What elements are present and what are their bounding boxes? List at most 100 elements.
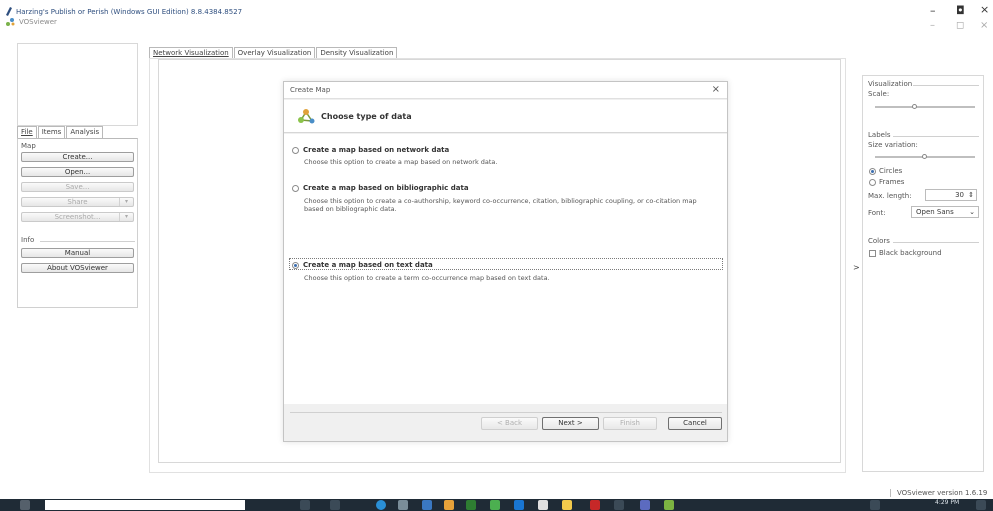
sticky-notes-icon[interactable]	[562, 500, 572, 510]
finish-button[interactable]: Finish	[603, 417, 657, 430]
labels-divider	[893, 136, 979, 137]
labels-section-label: Labels	[868, 131, 891, 139]
cancel-button[interactable]: Cancel	[668, 417, 722, 430]
chevron-down-icon[interactable]: ▾	[119, 198, 133, 206]
colors-section-label: Colors	[868, 237, 890, 245]
scale-slider-thumb[interactable]	[912, 104, 917, 109]
chevron-down-icon[interactable]: ⌄	[969, 207, 975, 217]
option-text-label: Create a map based on text data	[303, 261, 433, 269]
notification-icon[interactable]	[976, 500, 986, 510]
notepad-icon[interactable]	[538, 500, 548, 510]
size-variation-slider-thumb[interactable]	[922, 154, 927, 159]
map-section-label: Map	[21, 142, 36, 150]
colors-divider	[893, 242, 979, 243]
about-button[interactable]: About VOSviewer	[21, 263, 134, 273]
word-icon[interactable]	[514, 500, 524, 510]
taskbar-search-box[interactable]	[45, 500, 245, 510]
create-map-dialog: Create Map × Choose type of data Create …	[283, 81, 728, 442]
info-divider	[40, 241, 135, 242]
dialog-heading: Choose type of data	[321, 112, 412, 121]
back-button[interactable]: < Back	[481, 417, 538, 430]
file-explorer-icon[interactable]	[398, 500, 408, 510]
share-button-label: Share	[67, 198, 88, 206]
radio-frames[interactable]	[869, 178, 876, 186]
tab-density-label: Density Visualization	[320, 49, 394, 57]
edge-icon[interactable]	[376, 500, 386, 510]
open-button[interactable]: Open...	[21, 167, 134, 177]
store-icon[interactable]	[422, 500, 432, 510]
next-button[interactable]: Next >	[542, 417, 599, 430]
dialog-titlebar: Create Map ×	[284, 82, 727, 99]
app-close-button[interactable]: ×	[980, 20, 988, 31]
option-bibliographic-data[interactable]: Create a map based on bibliographic data	[292, 184, 469, 192]
radio-text-data[interactable]	[292, 261, 299, 269]
dialog-divider	[290, 412, 722, 413]
publish-or-perish-icon[interactable]	[640, 500, 650, 510]
radio-bibliographic-data[interactable]	[292, 184, 299, 192]
max-length-value: 30	[955, 191, 964, 199]
manual-button[interactable]: Manual	[21, 248, 134, 258]
app-green-icon[interactable]	[490, 500, 500, 510]
scale-slider[interactable]	[875, 106, 975, 108]
vosviewer-taskbar-icon[interactable]	[664, 500, 674, 510]
weather-icon[interactable]	[870, 500, 880, 510]
option-text-desc: Choose this option to create a term co-o…	[304, 274, 550, 282]
restore-button[interactable]: ◘	[956, 4, 965, 17]
left-tab-bar: File Items Analysis	[17, 126, 104, 138]
app-maximize-button[interactable]: ◻	[956, 20, 964, 31]
frames-option[interactable]: Frames	[869, 178, 904, 186]
file-panel: Map Create... Open... Save... Share ▾ Sc…	[17, 138, 138, 308]
create-button[interactable]: Create...	[21, 152, 134, 162]
option-bibliographic-label: Create a map based on bibliographic data	[303, 184, 469, 192]
visualization-divider	[913, 85, 979, 86]
tab-items[interactable]: Items	[37, 126, 66, 138]
panel-expander-arrow[interactable]: >	[853, 263, 860, 272]
size-variation-label: Size variation:	[868, 141, 918, 149]
radio-circles[interactable]	[869, 167, 876, 175]
app-title: VOSviewer	[6, 18, 57, 26]
outer-window-title: Harzing's Publish or Perish (Windows GUI…	[6, 6, 242, 17]
widgets-icon[interactable]	[330, 500, 340, 510]
folder-icon[interactable]	[444, 500, 454, 510]
option-network-data[interactable]: Create a map based on network data	[292, 146, 449, 154]
close-icon[interactable]: ×	[712, 84, 720, 95]
max-length-spinner[interactable]: 30 ⇕	[925, 189, 977, 201]
dialog-title: Create Map	[290, 86, 331, 94]
tab-analysis[interactable]: Analysis	[66, 126, 104, 138]
tab-overlay-label: Overlay Visualization	[237, 49, 312, 57]
black-background-option[interactable]: Black background	[869, 249, 942, 257]
tab-file[interactable]: File	[17, 126, 37, 138]
black-background-checkbox[interactable]	[869, 249, 876, 257]
radio-network-data[interactable]	[292, 146, 299, 154]
spinner-arrows-icon[interactable]: ⇕	[968, 190, 974, 200]
circles-label: Circles	[879, 167, 903, 175]
overview-preview	[17, 43, 138, 126]
vosviewer-logo-icon	[6, 18, 15, 26]
tab-analysis-label: Analysis	[70, 128, 100, 136]
app-title-text: VOSviewer	[19, 18, 57, 26]
circles-option[interactable]: Circles	[869, 167, 902, 175]
save-button[interactable]: Save...	[21, 182, 134, 192]
close-button[interactable]: ×	[980, 3, 989, 16]
start-icon[interactable]	[20, 500, 30, 510]
screenshot-button-label: Screenshot...	[54, 213, 101, 221]
app-minimize-button[interactable]: –	[930, 20, 935, 31]
task-view-icon[interactable]	[300, 500, 310, 510]
dialog-body: Create a map based on network data Choos…	[284, 134, 727, 404]
app-icon[interactable]	[614, 500, 624, 510]
version-status: VOSviewer version 1.6.19	[890, 489, 987, 497]
taskbar: 4:29 PM	[0, 499, 993, 511]
minimize-button[interactable]: –	[930, 4, 936, 17]
acrobat-icon[interactable]	[590, 500, 600, 510]
excel-icon[interactable]	[466, 500, 476, 510]
chevron-down-icon[interactable]: ▾	[119, 213, 133, 221]
screenshot-button[interactable]: Screenshot... ▾	[21, 212, 134, 222]
tab-network-label: Network Visualization	[153, 49, 229, 57]
network-map-icon	[298, 109, 315, 124]
tab-items-label: Items	[41, 128, 62, 136]
option-text-data[interactable]: Create a map based on text data	[292, 261, 433, 269]
font-label: Font:	[868, 209, 886, 217]
font-select[interactable]: Open Sans ⌄	[911, 206, 979, 218]
share-button[interactable]: Share ▾	[21, 197, 134, 207]
scale-label: Scale:	[868, 90, 890, 98]
